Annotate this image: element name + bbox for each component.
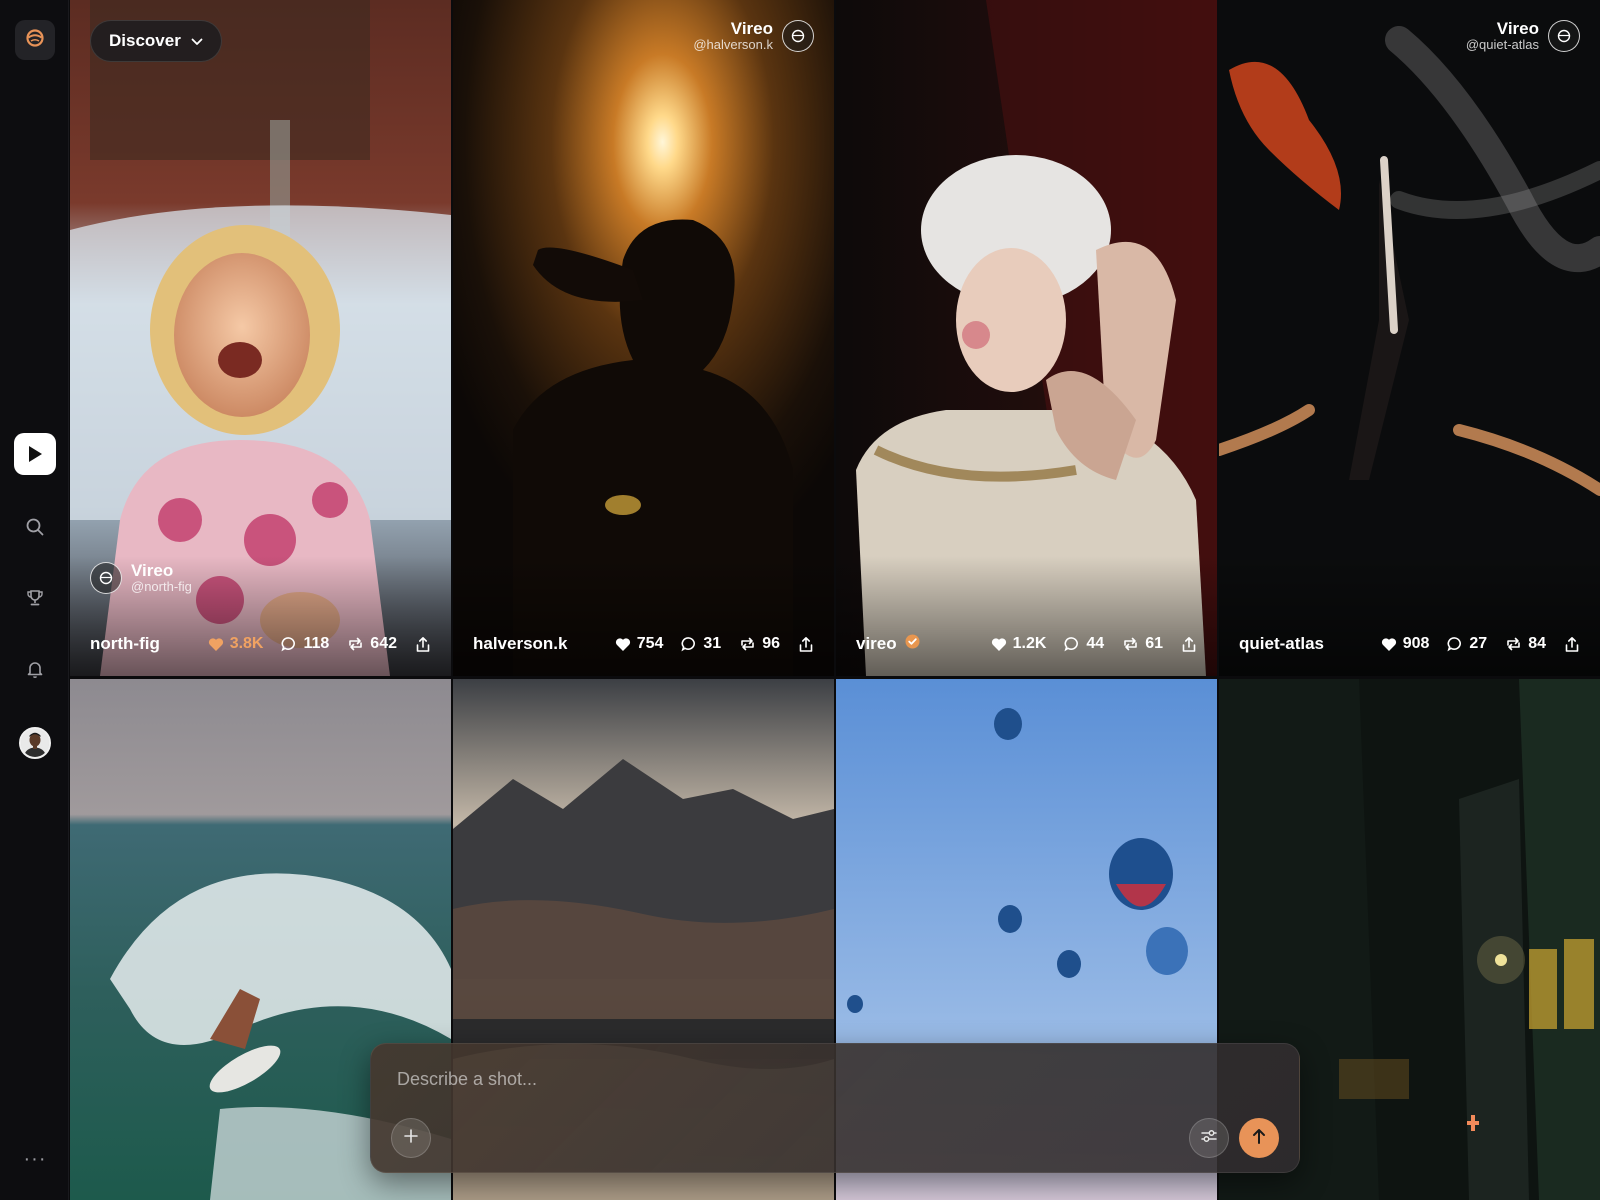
watermark: Vireo @halverson.k — [693, 20, 814, 52]
tile-username[interactable]: halverson.k — [473, 634, 568, 654]
feed-tile[interactable]: Vireo @quiet-atlas quiet-atlas 908 27 84 — [1219, 0, 1600, 676]
watermark-logo-icon — [782, 20, 814, 52]
share-button[interactable] — [1564, 636, 1580, 653]
prompt-input[interactable] — [397, 1066, 1157, 1092]
repost-count: 642 — [370, 635, 397, 652]
comment-button[interactable]: 118 — [281, 635, 329, 653]
sidebar: ··· — [0, 0, 69, 1200]
chevron-down-icon — [191, 31, 203, 51]
sidebar-item-search[interactable] — [14, 506, 56, 548]
share-icon — [1564, 636, 1580, 653]
repost-icon — [1505, 637, 1522, 651]
share-button[interactable] — [798, 636, 814, 653]
comment-button[interactable]: 44 — [1064, 635, 1104, 653]
feed-grid: Vireo @north-fig north-fig 3.8K 118 642 — [70, 0, 1600, 1200]
share-icon — [1181, 636, 1197, 653]
watermark-handle: @quiet-atlas — [1465, 37, 1539, 53]
more-button[interactable]: ··· — [14, 1138, 56, 1180]
share-icon — [798, 636, 814, 653]
feed-tile[interactable]: Vireo @halverson.k halverson.k 754 31 96 — [453, 0, 834, 676]
feed-tile[interactable]: Vireo @north-fig north-fig 3.8K 118 642 — [70, 0, 451, 676]
repost-icon — [1122, 637, 1139, 651]
repost-count: 84 — [1528, 635, 1546, 652]
sidebar-item-notifications[interactable] — [14, 648, 56, 690]
more-icon: ··· — [23, 1147, 47, 1170]
watermark-brand: Vireo — [1496, 19, 1539, 39]
heart-icon — [615, 637, 631, 652]
tile-shade — [1219, 556, 1600, 676]
trophy-icon — [25, 588, 45, 608]
like-count: 3.8K — [229, 635, 264, 652]
comment-count: 27 — [1469, 635, 1488, 652]
share-icon — [415, 636, 431, 653]
prompt-composer — [370, 1043, 1300, 1173]
tile-username[interactable]: vireo — [856, 634, 920, 654]
verified-badge-icon — [905, 634, 920, 654]
like-button[interactable]: 908 — [1381, 635, 1430, 653]
feed-tile[interactable]: vireo 1.2K 44 61 — [836, 0, 1217, 676]
settings-button[interactable] — [1189, 1118, 1229, 1158]
repost-button[interactable]: 96 — [739, 635, 780, 653]
watermark-brand: Vireo — [131, 561, 174, 581]
comment-icon — [1447, 636, 1463, 652]
watermark-brand: Vireo — [730, 19, 773, 39]
tile-footer: north-fig 3.8K 118 642 — [90, 632, 431, 656]
comment-button[interactable]: 27 — [1447, 635, 1487, 653]
like-count: 1.2K — [1012, 635, 1047, 652]
username-text: vireo — [856, 634, 897, 653]
bell-icon — [25, 659, 45, 679]
tile-footer: quiet-atlas 908 27 84 — [1239, 632, 1580, 656]
like-button[interactable]: 1.2K — [991, 635, 1047, 653]
arrow-up-icon — [1251, 1127, 1267, 1150]
sliders-icon — [1200, 1128, 1218, 1149]
app-logo[interactable] — [15, 20, 55, 60]
comment-icon — [281, 636, 297, 652]
share-button[interactable] — [1181, 636, 1197, 653]
add-attachment-button[interactable] — [391, 1118, 431, 1158]
heart-filled-icon — [208, 637, 224, 652]
comment-icon — [1064, 636, 1080, 652]
watermark-logo-icon — [1548, 20, 1580, 52]
repost-button[interactable]: 84 — [1505, 635, 1546, 653]
like-button[interactable]: 3.8K — [208, 635, 264, 653]
share-button[interactable] — [415, 636, 431, 653]
plus-icon — [403, 1128, 419, 1149]
heart-icon — [1381, 637, 1397, 652]
like-button[interactable]: 754 — [615, 635, 664, 653]
comment-count: 118 — [303, 635, 330, 652]
watermark-logo-icon — [90, 562, 122, 594]
like-count: 754 — [636, 635, 664, 652]
repost-icon — [739, 637, 756, 651]
discover-dropdown[interactable]: Discover — [90, 20, 222, 62]
app-logo-icon — [25, 28, 45, 53]
watermark-handle: @north-fig — [131, 579, 192, 595]
watermark: Vireo @quiet-atlas — [1466, 20, 1580, 52]
comment-count: 31 — [703, 635, 722, 652]
tile-username[interactable]: north-fig — [90, 634, 160, 654]
repost-icon — [347, 637, 364, 651]
tile-footer: vireo 1.2K 44 61 — [856, 632, 1197, 656]
watermark: Vireo @north-fig — [90, 562, 192, 594]
tile-footer: halverson.k 754 31 96 — [473, 632, 814, 656]
like-count: 908 — [1402, 635, 1430, 652]
send-button[interactable] — [1239, 1118, 1279, 1158]
play-icon — [26, 444, 44, 464]
repost-button[interactable]: 61 — [1122, 635, 1163, 653]
watermark-handle: @halverson.k — [693, 37, 773, 53]
comment-button[interactable]: 31 — [681, 635, 721, 653]
sidebar-item-trophy[interactable] — [14, 577, 56, 619]
tile-shade — [836, 556, 1217, 676]
repost-button[interactable]: 642 — [347, 635, 397, 653]
repost-count: 96 — [762, 635, 780, 652]
repost-count: 61 — [1145, 635, 1163, 652]
sidebar-item-play[interactable] — [14, 433, 56, 475]
comment-count: 44 — [1086, 635, 1105, 652]
tile-shade — [453, 556, 834, 676]
search-icon — [25, 517, 45, 537]
user-avatar[interactable] — [19, 727, 51, 759]
tile-username[interactable]: quiet-atlas — [1239, 634, 1324, 654]
heart-icon — [991, 637, 1007, 652]
discover-label: Discover — [109, 31, 181, 50]
comment-icon — [681, 636, 697, 652]
